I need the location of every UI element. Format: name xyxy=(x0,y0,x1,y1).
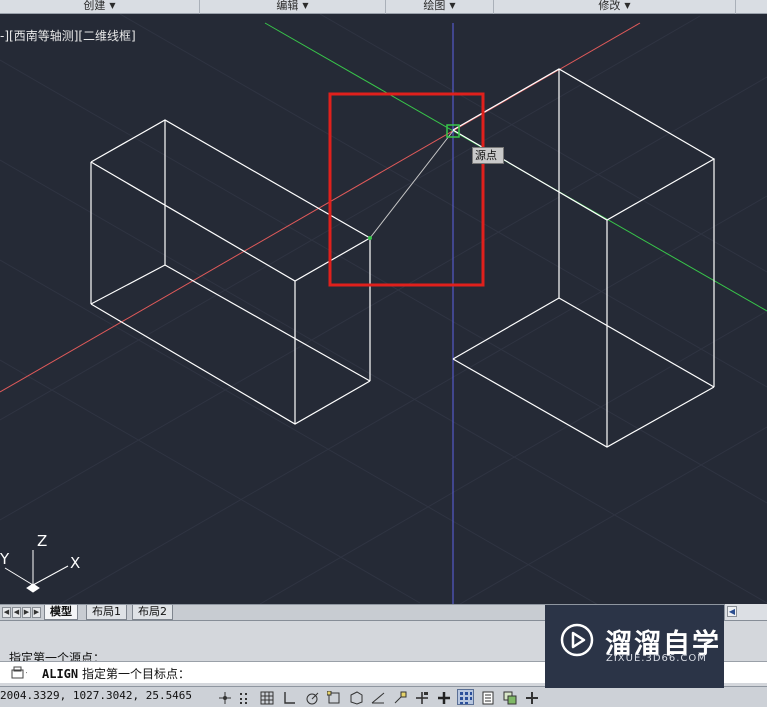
ucs-x-label: X xyxy=(70,554,80,572)
highlight-box xyxy=(328,92,485,287)
ucs-icon xyxy=(4,550,69,593)
command-prompt-text: 指定第一个目标点： xyxy=(81,667,190,681)
otrack-icon[interactable] xyxy=(369,689,386,705)
ribbon-panel-label: 创建 xyxy=(83,0,106,12)
command-name: ALIGN xyxy=(42,667,79,681)
ribbon-panel-bar: 创建 ▼ 编辑 ▼ 绘图 ▼ 修改 ▼ xyxy=(0,0,767,14)
annotation-monitor-icon[interactable] xyxy=(523,689,540,705)
chevron-down-icon: ▼ xyxy=(624,1,631,10)
first-tab-button[interactable]: ◀ xyxy=(2,607,11,618)
tab-layout2[interactable]: 布局2 xyxy=(132,605,173,620)
watermark-subtitle: ZIXUE.3D66.COM xyxy=(606,653,707,664)
ortho-icon[interactable] xyxy=(280,689,297,705)
grid-icon[interactable] xyxy=(258,689,275,705)
play-logo-icon xyxy=(560,623,594,657)
status-bar: 2004.3329, 1027.3042, 25.5465 xyxy=(0,686,767,707)
watermark-logo: 溜溜自学 ZIXUE.3D66.COM xyxy=(545,605,724,688)
ribbon-panel-label: 编辑 xyxy=(276,0,299,12)
snap-tooltip: 源点 xyxy=(472,147,504,164)
snap-icon[interactable] xyxy=(216,689,233,705)
command-prompt-icon[interactable] xyxy=(11,666,27,679)
3d-osnap-icon[interactable] xyxy=(347,689,364,705)
selection-cycling-icon[interactable] xyxy=(501,689,518,705)
command-input-text: ALIGN 指定第一个目标点： xyxy=(42,665,190,682)
ucs-y-label: Y xyxy=(0,550,10,568)
grid-display-icon[interactable] xyxy=(236,689,253,705)
viewport-canvas[interactable]: Z X Y xyxy=(0,14,767,604)
ribbon-panel-label: 绘图 xyxy=(423,0,446,12)
x-axis-line xyxy=(0,22,641,393)
viewport-controls-label[interactable]: -][西南等轴测][二维线框] xyxy=(0,27,136,44)
drawing-viewport[interactable]: Z X Y -][西南等轴测][二维线框] 源点 xyxy=(0,14,767,604)
ribbon-panel-edit[interactable]: 编辑 ▼ xyxy=(200,0,386,14)
next-tab-button[interactable]: ▶ xyxy=(22,607,31,618)
chevron-down-icon: ▼ xyxy=(302,1,309,10)
ducs-icon[interactable] xyxy=(391,689,408,705)
ribbon-panel-draw[interactable]: 绘图 ▼ xyxy=(386,0,494,14)
horizontal-scrollbar[interactable]: ◀ xyxy=(724,604,767,620)
rubber-band-line xyxy=(369,130,454,239)
dyn-icon[interactable] xyxy=(413,689,430,705)
transparency-icon[interactable] xyxy=(457,689,474,705)
left-box-wireframe[interactable] xyxy=(90,119,372,425)
last-tab-button[interactable]: ▶ xyxy=(32,607,41,618)
tab-layout1[interactable]: 布局1 xyxy=(86,605,127,620)
ucs-z-label: Z xyxy=(37,532,47,550)
chevron-down-icon: ▼ xyxy=(449,1,456,10)
osnap-icon[interactable] xyxy=(325,689,342,705)
ribbon-panel-modify[interactable]: 修改 ▼ xyxy=(494,0,736,14)
coordinate-readout[interactable]: 2004.3329, 1027.3042, 25.5465 xyxy=(0,689,192,702)
polar-icon[interactable] xyxy=(303,689,320,705)
ribbon-panel-label: 修改 xyxy=(598,0,621,12)
lineweight-icon[interactable] xyxy=(435,689,452,705)
scroll-left-arrow-icon[interactable]: ◀ xyxy=(727,606,737,617)
quick-properties-icon[interactable] xyxy=(479,689,496,705)
chevron-down-icon: ▼ xyxy=(109,1,116,10)
ribbon-panel-create[interactable]: 创建 ▼ xyxy=(0,0,200,14)
prev-tab-button[interactable]: ◀ xyxy=(12,607,21,618)
tab-model[interactable]: 模型 xyxy=(44,605,78,620)
picked-point-marker xyxy=(368,236,372,240)
background-grid xyxy=(0,14,767,604)
